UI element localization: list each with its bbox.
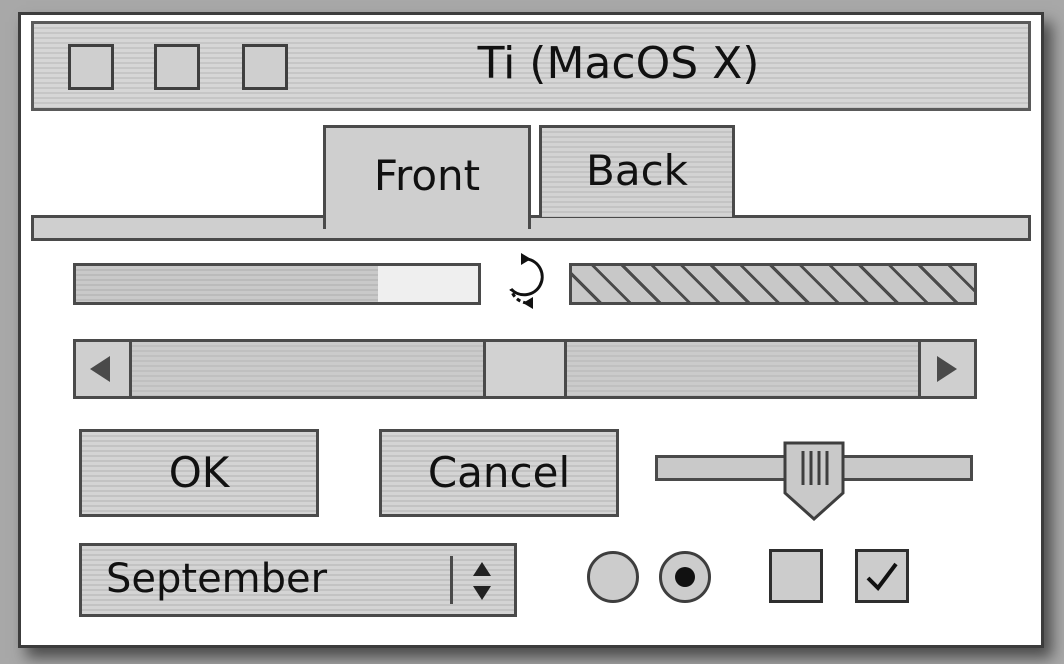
triangle-right-icon <box>937 356 957 382</box>
month-popup-menu[interactable]: September <box>79 543 517 617</box>
radio-button-checked[interactable] <box>659 551 711 603</box>
checkbox-checked[interactable] <box>855 549 909 603</box>
triangle-left-icon <box>90 356 110 382</box>
radio-dot <box>675 567 695 587</box>
horizontal-scrollbar[interactable] <box>73 339 977 399</box>
checkmark-icon <box>866 562 898 592</box>
popup-divider <box>450 556 453 604</box>
scroll-left-button[interactable] <box>76 342 132 396</box>
window: Ti (MacOS X) Front Back OK Cancel Septem… <box>18 12 1044 648</box>
cancel-button[interactable]: Cancel <box>379 429 619 517</box>
slider-thumb[interactable] <box>783 441 845 521</box>
async-arrows-icon <box>509 253 544 309</box>
checkbox-unchecked[interactable] <box>769 549 823 603</box>
indeterminate-progress-bar <box>569 263 977 305</box>
up-down-chevron-icon <box>473 562 491 600</box>
popup-selected-value: September <box>106 556 328 602</box>
scroll-right-button[interactable] <box>918 342 974 396</box>
title-bar[interactable]: Ti (MacOS X) <box>31 21 1031 111</box>
progress-fill <box>76 266 378 302</box>
radio-button-unchecked[interactable] <box>587 551 639 603</box>
ok-button[interactable]: OK <box>79 429 319 517</box>
tab-panel-divider <box>31 215 1031 241</box>
window-title: Ti (MacOS X) <box>477 38 760 89</box>
scroll-thumb[interactable] <box>483 342 567 396</box>
tab-front[interactable]: Front <box>323 125 531 229</box>
progress-bar <box>73 263 481 305</box>
tab-back[interactable]: Back <box>539 125 735 217</box>
